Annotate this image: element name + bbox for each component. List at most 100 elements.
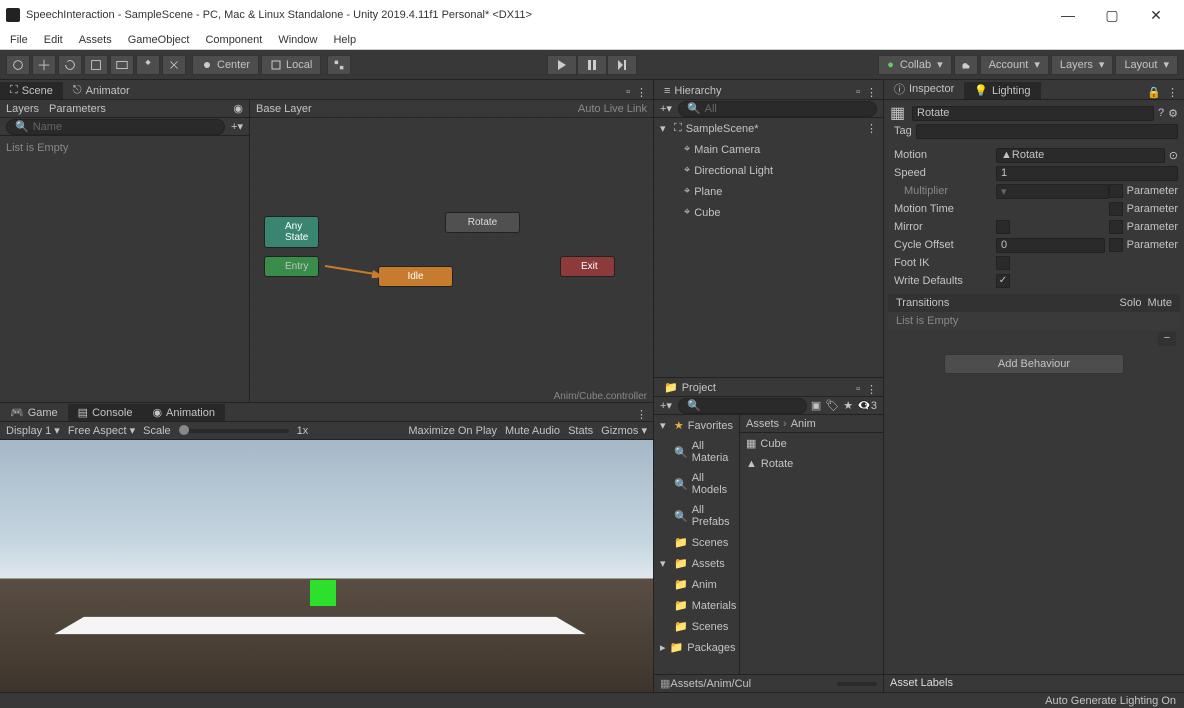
- favorites-folder[interactable]: ▾★ Favorites: [654, 415, 739, 436]
- tab-inspector[interactable]: ⓘ Inspector: [884, 79, 964, 99]
- panel-menu-icon[interactable]: ⋮: [636, 408, 647, 421]
- add-behaviour-button[interactable]: Add Behaviour: [944, 354, 1124, 374]
- tab-lighting[interactable]: 💡 Lighting: [964, 82, 1040, 99]
- motion-field[interactable]: ▲Rotate: [996, 148, 1165, 163]
- menu-file[interactable]: File: [10, 34, 28, 46]
- panel-menu-icon[interactable]: ⋮: [866, 86, 877, 99]
- remove-transition-button[interactable]: −: [1158, 332, 1176, 346]
- breadcrumb-anim[interactable]: Anim: [791, 418, 816, 430]
- maximize-button[interactable]: ▢: [1090, 7, 1134, 24]
- transform-tool-button[interactable]: [136, 55, 160, 75]
- hidden-packages-icon[interactable]: 👁‍🗨3: [857, 399, 877, 412]
- hierarchy-item-light[interactable]: ⌖ Directional Light: [654, 160, 883, 181]
- rotate-tool-button[interactable]: [58, 55, 82, 75]
- foot-ik-checkbox[interactable]: [996, 256, 1010, 270]
- hierarchy-search-input[interactable]: 🔍 All: [678, 101, 877, 117]
- game-view[interactable]: [0, 440, 653, 692]
- mirror-checkbox[interactable]: [996, 220, 1010, 234]
- maximize-panel-icon[interactable]: ▫: [626, 86, 630, 99]
- menu-component[interactable]: Component: [205, 34, 262, 46]
- search-by-type-icon[interactable]: ▣: [811, 399, 821, 412]
- fav-all-prefabs[interactable]: 🔍 All Prefabs: [654, 500, 739, 532]
- tab-console[interactable]: ▤ Console: [68, 404, 143, 421]
- project-file-cube[interactable]: ▦ Cube: [740, 433, 883, 454]
- mute-audio-toggle[interactable]: Mute Audio: [505, 425, 560, 437]
- materials-folder[interactable]: 📁 Materials: [654, 595, 739, 616]
- hierarchy-item-camera[interactable]: ⌖ Main Camera: [654, 139, 883, 160]
- mirror-parameter-checkbox[interactable]: [1109, 220, 1123, 234]
- entry-node[interactable]: Entry: [264, 256, 319, 277]
- panel-menu-icon[interactable]: ⋮: [866, 383, 877, 396]
- base-layer-breadcrumb[interactable]: Base Layer: [256, 103, 312, 115]
- fav-all-materials[interactable]: 🔍 All Materia: [654, 436, 739, 468]
- parameters-tab[interactable]: Parameters: [49, 103, 106, 115]
- play-button[interactable]: [547, 55, 577, 75]
- cycle-offset-field[interactable]: 0: [996, 238, 1105, 253]
- favorite-icon[interactable]: ★: [843, 399, 853, 412]
- create-dropdown[interactable]: +▾: [660, 102, 672, 115]
- scene-root[interactable]: ▾⛶ SampleScene*⋮: [654, 118, 883, 139]
- create-asset-dropdown[interactable]: +▾: [660, 399, 672, 412]
- scenes-folder[interactable]: 📁 Scenes: [654, 616, 739, 637]
- name-search-input[interactable]: 🔍 Name: [6, 119, 225, 135]
- help-icon[interactable]: ?: [1158, 107, 1164, 119]
- tab-game[interactable]: 🎮 Game: [0, 404, 68, 421]
- menu-assets[interactable]: Assets: [79, 34, 112, 46]
- tag-field[interactable]: [916, 124, 1178, 139]
- packages-folder[interactable]: ▸📁 Packages: [654, 637, 739, 658]
- custom-tool-button[interactable]: [162, 55, 186, 75]
- pause-button[interactable]: [577, 55, 607, 75]
- tab-project[interactable]: 📁 Project: [654, 379, 726, 396]
- move-tool-button[interactable]: [32, 55, 56, 75]
- tab-animator[interactable]: ⎋ Animator: [63, 82, 140, 99]
- exit-node[interactable]: Exit: [560, 256, 615, 277]
- speed-field[interactable]: 1: [996, 166, 1178, 181]
- hand-tool-button[interactable]: [6, 55, 30, 75]
- layers-dropdown[interactable]: Layers▾: [1051, 55, 1114, 75]
- motion-time-parameter-checkbox[interactable]: [1109, 202, 1123, 216]
- hierarchy-item-plane[interactable]: ⌖ Plane: [654, 181, 883, 202]
- add-parameter-button[interactable]: +▾: [231, 120, 243, 133]
- fav-all-models[interactable]: 🔍 All Models: [654, 468, 739, 500]
- cycle-offset-parameter-checkbox[interactable]: [1109, 238, 1123, 252]
- tab-hierarchy[interactable]: ≡ Hierarchy: [654, 83, 732, 99]
- tab-scene[interactable]: ⛶ Scene: [0, 82, 63, 99]
- layout-dropdown[interactable]: Layout▾: [1115, 55, 1178, 75]
- auto-live-link-toggle[interactable]: Auto Live Link: [578, 103, 647, 115]
- collab-dropdown[interactable]: ●Collab▾: [878, 55, 951, 75]
- project-file-rotate[interactable]: ▲ Rotate: [740, 454, 883, 474]
- step-button[interactable]: [607, 55, 637, 75]
- layers-tab[interactable]: Layers: [6, 103, 39, 115]
- panel-menu-icon[interactable]: ⋮: [1167, 86, 1178, 99]
- rect-tool-button[interactable]: [110, 55, 134, 75]
- minimize-button[interactable]: —: [1046, 7, 1090, 23]
- project-search-input[interactable]: 🔍: [678, 398, 807, 414]
- stats-toggle[interactable]: Stats: [568, 425, 593, 437]
- write-defaults-checkbox[interactable]: [996, 274, 1010, 288]
- rotate-state-node[interactable]: Rotate: [445, 212, 520, 233]
- maximize-icon[interactable]: ▫: [856, 383, 860, 396]
- panel-menu-icon[interactable]: ⋮: [636, 86, 647, 99]
- menu-edit[interactable]: Edit: [44, 34, 63, 46]
- snap-button[interactable]: [327, 55, 351, 75]
- maximize-on-play-toggle[interactable]: Maximize On Play: [408, 425, 497, 437]
- close-button[interactable]: ✕: [1134, 7, 1178, 24]
- scale-slider[interactable]: [179, 429, 289, 433]
- display-dropdown[interactable]: Display 1 ▾: [6, 424, 60, 437]
- fav-scenes[interactable]: 📁 Scenes: [654, 532, 739, 553]
- local-global-toggle[interactable]: Local: [261, 55, 321, 75]
- gizmos-dropdown[interactable]: Gizmos ▾: [601, 424, 647, 437]
- lock-icon[interactable]: 🔒: [1147, 86, 1161, 99]
- scale-tool-button[interactable]: [84, 55, 108, 75]
- menu-window[interactable]: Window: [278, 34, 317, 46]
- menu-gameobject[interactable]: GameObject: [128, 34, 190, 46]
- hierarchy-item-cube[interactable]: ⌖ Cube: [654, 202, 883, 223]
- object-picker-icon[interactable]: ⊙: [1169, 149, 1178, 162]
- anim-folder[interactable]: 📁 Anim: [654, 574, 739, 595]
- state-name-field[interactable]: Rotate: [912, 106, 1154, 121]
- tab-animation[interactable]: ◉ Animation: [142, 404, 225, 421]
- thumbnail-size-slider[interactable]: [837, 682, 877, 686]
- menu-help[interactable]: Help: [333, 34, 356, 46]
- maximize-icon[interactable]: ▫: [856, 86, 860, 99]
- breadcrumb-assets[interactable]: Assets: [746, 418, 779, 430]
